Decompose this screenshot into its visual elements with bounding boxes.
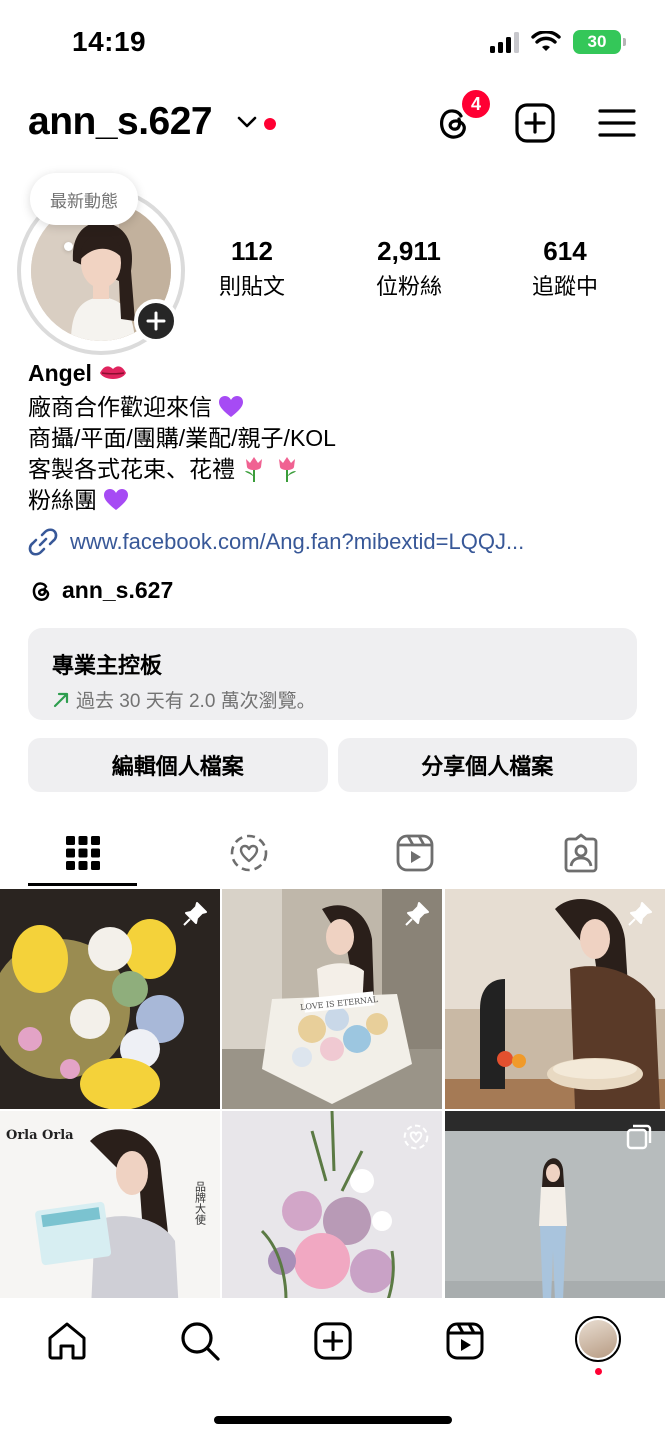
stat-label: 追蹤中 — [531, 274, 598, 299]
share-profile-button[interactable]: 分享個人檔案 — [337, 738, 637, 792]
grid-post-3[interactable] — [445, 889, 665, 1109]
status-time: 14:19 — [72, 26, 147, 57]
search-icon — [181, 1322, 220, 1361]
display-name-text: Angel — [28, 360, 92, 386]
cellular-signal-icon — [490, 31, 519, 53]
tulip-emoji-icon — [245, 457, 263, 482]
stat-label: 則貼文 — [218, 274, 285, 299]
grid-icon — [66, 836, 100, 870]
plus-icon — [146, 311, 166, 331]
pin-icon — [628, 902, 652, 926]
home-indicator — [214, 1416, 452, 1424]
purple-heart-icon — [219, 396, 244, 417]
profile-actions: 編輯個人檔案 分享個人檔案 — [28, 738, 637, 792]
menu-icon[interactable] — [596, 102, 638, 144]
posts-grid: LOVE IS ETERNAL Orla Orla 品牌大使 — [0, 889, 665, 1299]
account-notification-dot — [264, 118, 276, 130]
grid-post-4[interactable]: Orla Orla 品牌大使 — [0, 1111, 220, 1299]
note-bubble[interactable]: 最新動態 — [30, 173, 138, 225]
stat-following[interactable]: 614 追蹤中 — [495, 236, 635, 301]
display-name: Angel — [28, 360, 638, 392]
stat-followers[interactable]: 2,911 位粉絲 — [339, 236, 479, 301]
bio-link-text[interactable]: www.facebook.com/Ang.fan?mibextid=LQQJ..… — [70, 529, 524, 555]
bio-line-text: 粉絲團 — [28, 487, 97, 513]
lips-emoji-icon — [100, 366, 127, 379]
trend-up-icon — [53, 692, 69, 707]
tab-posts-grid[interactable] — [0, 820, 166, 886]
tab-tagged[interactable] — [498, 820, 664, 886]
wifi-icon — [531, 31, 561, 51]
ambassador-text: 品牌大使 — [194, 1181, 207, 1226]
status-indicators: 30 — [490, 30, 626, 54]
battery-icon: 30 — [573, 30, 626, 54]
profile-avatar-small — [579, 1320, 617, 1358]
dashboard-subtitle-text: 過去 30 天有 2.0 萬次瀏覽。 — [76, 691, 316, 712]
carousel-icon — [626, 1124, 652, 1150]
home-icon — [48, 1322, 86, 1360]
bottom-navigation — [0, 1298, 665, 1440]
dashboard-subtitle: 過去 30 天有 2.0 萬次瀏覽。 — [52, 686, 613, 713]
grid-post-5[interactable] — [222, 1111, 442, 1299]
grid-post-1[interactable] — [0, 889, 220, 1109]
bio-line-text: 客製各式花束、花禮 — [28, 456, 235, 482]
threads-handle[interactable]: ann_s.627 — [62, 577, 173, 604]
tab-reels[interactable] — [332, 820, 498, 886]
stat-label: 位粉絲 — [375, 274, 442, 299]
bio: Angel 廠商合作歡迎來信 商攝/平面/團購/業配/親子/KOL 客製各式花束… — [28, 360, 638, 516]
profile-notification-dot — [595, 1368, 602, 1375]
tagged-icon — [564, 833, 598, 873]
notification-badge: 4 — [460, 88, 492, 120]
pin-icon — [183, 902, 207, 926]
nav-create[interactable] — [310, 1318, 356, 1364]
chevron-down-icon[interactable] — [236, 114, 258, 130]
battery-level: 30 — [587, 32, 607, 51]
bio-line: 廠商合作歡迎來信 — [28, 392, 638, 423]
threads-profile-link[interactable]: ann_s.627 — [28, 577, 173, 604]
nav-home[interactable] — [44, 1318, 90, 1364]
profile-tabs — [0, 820, 665, 886]
collab-heart-icon — [230, 834, 268, 872]
professional-dashboard[interactable]: 專業主控板 過去 30 天有 2.0 萬次瀏覽。 — [28, 628, 637, 720]
stat-posts[interactable]: 112 則貼文 — [182, 236, 322, 301]
profile-header: ann_s.627 4 — [0, 88, 665, 156]
nav-reels[interactable] — [442, 1318, 488, 1364]
collab-heart-icon — [403, 1124, 429, 1150]
stat-value: 112 — [231, 236, 273, 266]
reels-icon — [396, 834, 434, 872]
purple-heart-icon — [104, 489, 129, 510]
reels-icon — [446, 1322, 484, 1360]
bio-link[interactable]: www.facebook.com/Ang.fan?mibextid=LQQJ..… — [28, 527, 524, 557]
username-switcher[interactable]: ann_s.627 — [28, 100, 213, 144]
bio-line: 粉絲團 — [28, 485, 638, 516]
threads-icon — [32, 581, 50, 601]
stat-value: 2,911 — [377, 236, 441, 266]
tab-collabs[interactable] — [166, 820, 332, 886]
pin-icon — [405, 902, 429, 926]
post-thumbnail: Orla Orla 品牌大使 — [0, 1111, 220, 1299]
dashboard-title: 專業主控板 — [52, 653, 163, 678]
edit-profile-button[interactable]: 編輯個人檔案 — [28, 738, 328, 792]
active-tab-indicator — [28, 883, 137, 886]
link-icon — [28, 528, 58, 556]
grid-post-6[interactable] — [445, 1111, 665, 1299]
add-post-icon[interactable] — [514, 102, 556, 144]
stat-value: 614 — [543, 236, 587, 266]
add-story-button[interactable] — [134, 299, 178, 343]
nav-profile-avatar[interactable] — [575, 1316, 621, 1362]
note-bubble-tail — [64, 242, 73, 251]
tulip-emoji-icon — [278, 457, 296, 482]
brand-logo-text: Orla Orla — [6, 1128, 74, 1143]
create-icon — [314, 1322, 352, 1360]
status-bar: 14:19 30 — [0, 0, 665, 90]
nav-search[interactable] — [177, 1318, 223, 1364]
bio-line: 客製各式花束、花禮 — [28, 454, 638, 485]
grid-post-2[interactable]: LOVE IS ETERNAL — [222, 889, 442, 1109]
bio-line: 商攝/平面/團購/業配/親子/KOL — [28, 425, 336, 451]
bio-line-text: 廠商合作歡迎來信 — [28, 394, 212, 420]
